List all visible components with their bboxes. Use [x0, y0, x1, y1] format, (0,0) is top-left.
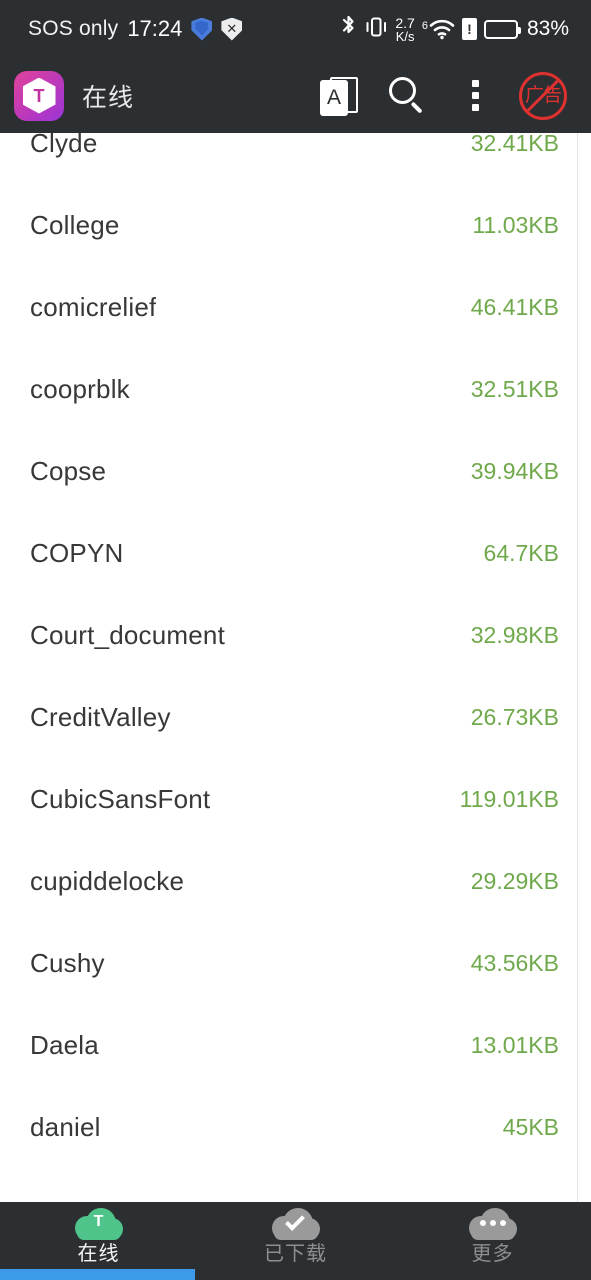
list-item[interactable] [0, 1168, 591, 1202]
overflow-menu-button[interactable] [441, 62, 509, 130]
font-name: College [30, 209, 120, 240]
more-vertical-icon [471, 80, 479, 111]
network-speed-indicator: 2.7 K/s [395, 16, 414, 43]
list-item[interactable]: CreditValley 26.73KB [0, 676, 591, 758]
font-name: daniel [30, 1111, 101, 1142]
clock-label: 17:24 [127, 16, 183, 41]
nav-label-downloaded: 已下载 [264, 1243, 327, 1265]
font-size-label: 32.51KB [470, 375, 559, 402]
vibrate-icon [364, 15, 388, 44]
carrier-label: SOS only [28, 17, 119, 40]
search-button[interactable] [373, 62, 441, 130]
font-size-label: 119.01KB [459, 785, 559, 812]
cloud-check-icon [271, 1208, 320, 1240]
list-item[interactable]: Court_document 32.98KB [0, 594, 591, 676]
app-bar: T 在线 A [0, 58, 591, 133]
status-bar: SOS only 17:24 ✕ 2.7 K/s 6 ! 83% [0, 0, 591, 58]
network-speed-unit: K/s [395, 28, 415, 44]
list-item[interactable]: daniel 45KB [0, 1086, 591, 1168]
app-logo-hexagon: T [22, 77, 56, 114]
shield-x-glyph: ✕ [226, 20, 238, 36]
status-bar-left: SOS only 17:24 ✕ [28, 16, 243, 42]
bluetooth-icon [340, 15, 357, 44]
cloud-t-icon: T [74, 1208, 123, 1240]
wifi-generation-label: 6 [421, 20, 428, 32]
battery-percent-label: 83% [526, 17, 569, 40]
app-logo-letter: T [33, 85, 45, 106]
cloud-t-glyph: T [93, 1213, 104, 1230]
font-name: Court_document [30, 619, 226, 650]
font-size-label: 26.73KB [470, 703, 559, 730]
font-size-label: 39.94KB [470, 457, 559, 484]
nav-item-downloaded[interactable]: 已下载 [197, 1208, 394, 1265]
font-size-label: 64.7KB [483, 539, 559, 566]
list-item[interactable]: comicrelief 46.41KB [0, 266, 591, 348]
font-preview-button[interactable]: A [305, 62, 373, 130]
list-item[interactable]: cupiddelocke 29.29KB [0, 840, 591, 922]
list-item[interactable]: Daela 13.01KB [0, 1004, 591, 1086]
nav-label-online: 在线 [77, 1243, 120, 1265]
search-icon [387, 76, 427, 116]
font-name: Copse [30, 455, 107, 486]
list-item[interactable]: College 11.03KB [0, 184, 591, 266]
font-size-label: 29.29KB [470, 867, 559, 894]
list-scrollbar[interactable] [577, 133, 578, 1202]
font-name: CubicSansFont [30, 783, 211, 814]
font-name: CreditValley [30, 701, 171, 732]
download-progress-bar [0, 1269, 591, 1280]
status-bar-right: 2.7 K/s 6 ! 83% [340, 15, 569, 44]
font-name: cupiddelocke [30, 865, 185, 896]
font-name: Clyde [30, 133, 98, 158]
font-size-label: 13.01KB [470, 1031, 559, 1058]
nav-item-online[interactable]: T 在线 [0, 1208, 197, 1265]
nav-item-more[interactable]: 更多 [394, 1208, 591, 1265]
font-size-label: 32.41KB [470, 133, 559, 156]
nav-label-more: 更多 [471, 1243, 514, 1265]
network-speed-value: 2.7 [395, 14, 415, 31]
remove-ads-button[interactable]: 广告 [509, 62, 577, 130]
shield-blue-icon [191, 17, 213, 41]
shield-x-icon: ✕ [221, 17, 243, 41]
font-size-label: 46.41KB [470, 293, 559, 320]
font-size-label: 11.03KB [472, 211, 559, 238]
font-list[interactable]: Clyde 32.41KB College 11.03KB comicrelie… [0, 133, 591, 1202]
font-size-label: 45KB [502, 1113, 559, 1140]
font-icon-letter: A [326, 86, 341, 109]
font-size-label: 32.98KB [470, 621, 559, 648]
wifi-icon: 6 [422, 18, 455, 40]
cloud-dots-icon [468, 1208, 517, 1240]
no-ads-icon: 广告 [519, 71, 567, 120]
list-item[interactable]: CubicSansFont 119.01KB [0, 758, 591, 840]
font-name: Cushy [30, 947, 105, 978]
sim-alert-glyph: ! [467, 21, 472, 37]
sim-alert-icon: ! [461, 18, 477, 40]
list-item[interactable]: Copse 39.94KB [0, 430, 591, 512]
font-list-inner: Clyde 32.41KB College 11.03KB comicrelie… [0, 133, 591, 1202]
font-name: COPYN [30, 537, 124, 568]
font-book-icon: A [320, 76, 358, 116]
app-bar-actions: A 广告 [305, 62, 577, 130]
phone-screen: SOS only 17:24 ✕ 2.7 K/s 6 ! 83% T 在线 A … [0, 0, 591, 1280]
font-name: comicrelief [30, 291, 157, 322]
battery-icon [483, 19, 521, 39]
app-logo-icon: T [14, 70, 64, 121]
list-item[interactable]: COPYN 64.7KB [0, 512, 591, 594]
page-title: 在线 [82, 83, 135, 112]
download-progress-fill [0, 1269, 196, 1280]
font-name: cooprblk [30, 373, 130, 404]
list-item[interactable]: Clyde 32.41KB [0, 133, 591, 184]
font-name: Daela [30, 1029, 99, 1060]
list-item[interactable]: Cushy 43.56KB [0, 922, 591, 1004]
list-item[interactable]: cooprblk 32.51KB [0, 348, 591, 430]
font-size-label: 43.56KB [470, 949, 559, 976]
